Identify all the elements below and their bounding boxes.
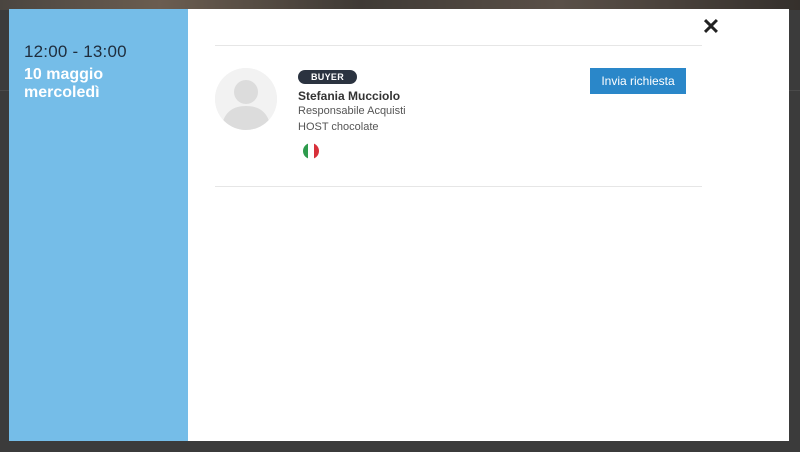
send-request-button[interactable]: Invia richiesta: [590, 68, 686, 94]
contact-name: Stefania Mucciolo: [298, 89, 401, 103]
modal-sidebar: 12:00 - 13:00 10 maggio mercoledì: [9, 9, 188, 441]
slot-modal: 12:00 - 13:00 10 maggio mercoledì ✕ BUYE…: [9, 9, 789, 441]
role-badge: BUYER: [298, 70, 358, 84]
contact-card: BUYER Stefania Mucciolo Responsabile Acq…: [215, 45, 702, 187]
italy-flag-icon: [303, 143, 319, 159]
slot-date-weekday: mercoledì: [24, 84, 100, 101]
close-icon[interactable]: ✕: [701, 16, 721, 38]
contact-role: Responsabile Acquisti: [298, 105, 406, 117]
slot-date-day: 10 maggio: [24, 66, 104, 83]
avatar: [215, 68, 277, 130]
contact-company: HOST chocolate: [298, 121, 379, 133]
avatar-placeholder-icon: [215, 68, 277, 130]
slot-time: 12:00 - 13:00: [24, 42, 127, 61]
slot-date: 10 maggio mercoledì: [24, 66, 103, 102]
